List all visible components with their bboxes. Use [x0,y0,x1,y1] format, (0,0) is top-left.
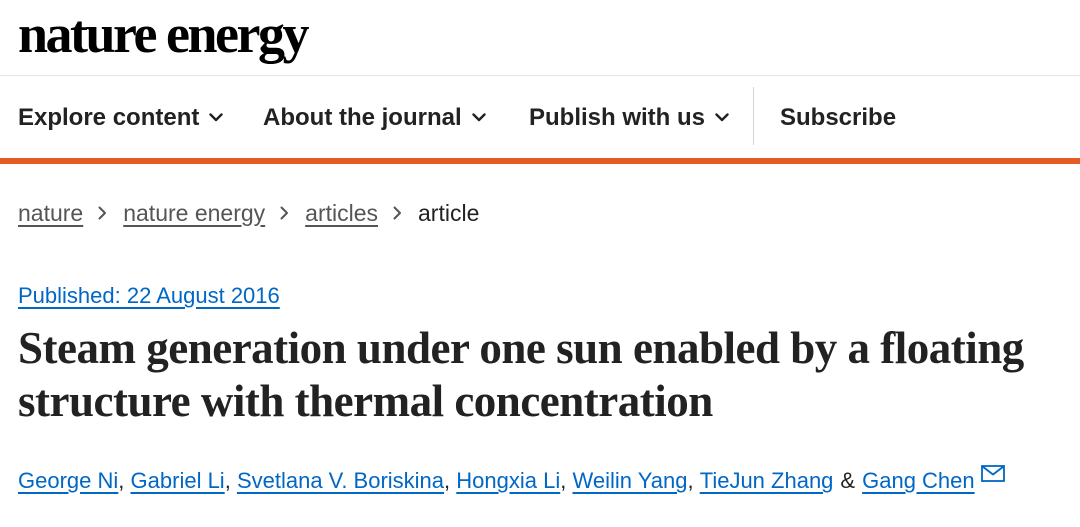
main-nav: Explore content About the journal Publis… [0,77,1080,158]
masthead: nature energy [0,0,1080,76]
author-separator: , [560,468,567,493]
mail-icon[interactable] [980,464,1005,482]
accent-bar [0,158,1080,164]
site-logo[interactable]: nature energy [18,2,309,66]
author-link[interactable]: George Ni [18,468,118,494]
chevron-right-icon [280,206,289,220]
nav-about-journal[interactable]: About the journal [263,77,486,158]
author-link[interactable]: Gang Chen [862,468,975,494]
published-date[interactable]: Published: 22 August 2016 [18,283,280,309]
author-link[interactable]: Hongxia Li [456,468,560,494]
nav-subscribe[interactable]: Subscribe [780,77,896,158]
author-separator: , [224,468,231,493]
chevron-right-icon [98,206,107,220]
nav-item-label: Subscribe [780,103,897,131]
author-conjunction: & [840,468,856,493]
chevron-down-icon [471,113,486,122]
chevron-right-icon [393,206,402,220]
author-separator: , [444,468,451,493]
author-link[interactable]: Svetlana V. Boriskina [237,468,444,494]
nav-publish-with-us[interactable]: Publish with us [529,77,729,158]
breadcrumb: nature nature energy articles article [18,196,479,230]
author-list: George Ni, Gabriel Li, Svetlana V. Boris… [18,464,1005,498]
nav-item-label: Explore content [18,103,200,131]
chevron-down-icon [209,113,224,122]
breadcrumb-current: article [418,199,480,226]
author-link[interactable]: Weilin Yang [572,468,687,494]
breadcrumb-articles[interactable]: articles [305,200,378,227]
nav-item-label: Publish with us [529,103,706,131]
nav-explore-content[interactable]: Explore content [18,77,224,158]
nav-divider [753,87,754,145]
breadcrumb-nature[interactable]: nature [18,200,83,227]
nav-item-label: About the journal [263,103,462,131]
author-separator: , [118,468,125,493]
author-link[interactable]: Gabriel Li [131,468,225,494]
article-title: Steam generation under one sun enabled b… [18,323,1024,426]
breadcrumb-nature-energy[interactable]: nature energy [123,200,265,227]
chevron-down-icon [715,113,729,122]
author-separator: , [687,468,694,493]
author-link[interactable]: TieJun Zhang [700,468,834,494]
